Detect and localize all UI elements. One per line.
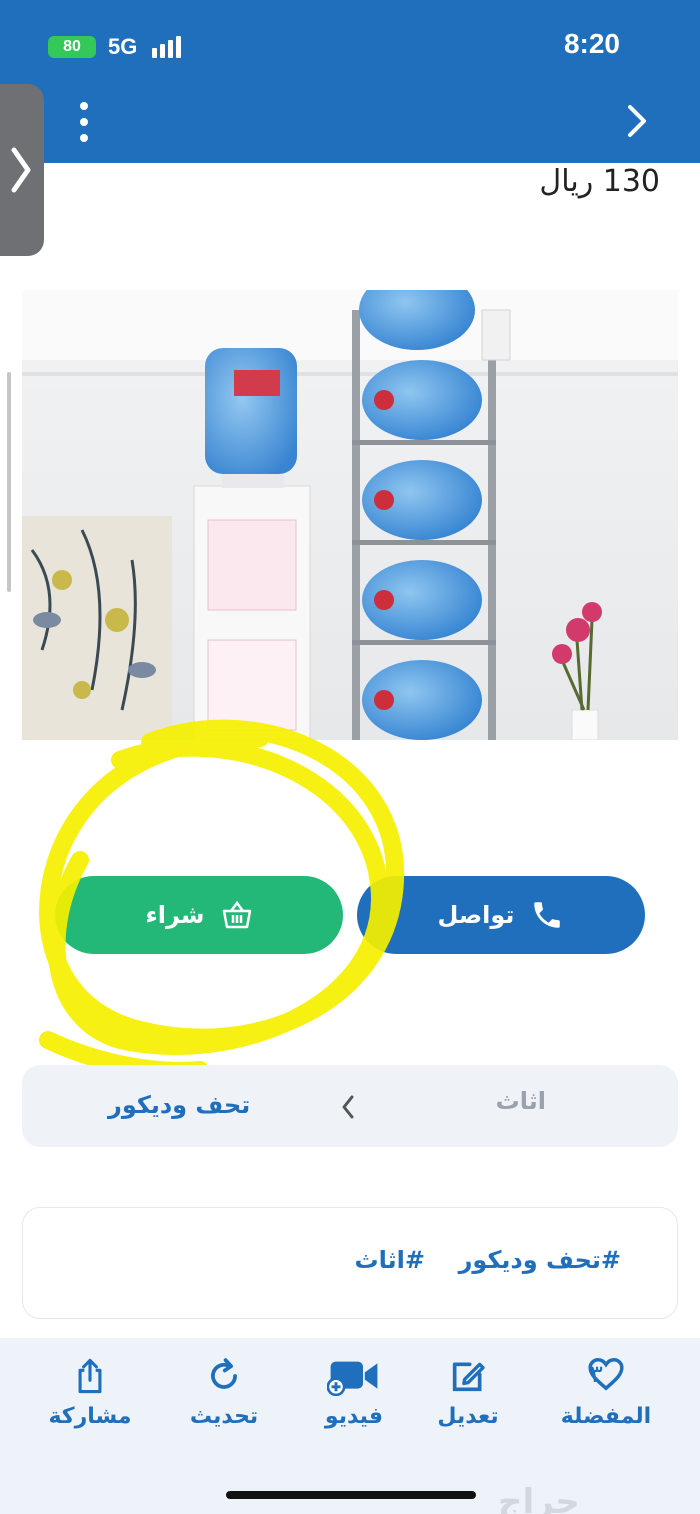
breadcrumb-item-decor[interactable]: تحف وديكور (108, 1091, 250, 1119)
app-header: 80 5G 8:20 (0, 0, 700, 163)
back-chevron-icon[interactable] (626, 103, 648, 143)
bottom-toolbar: ٣ المفضلة تعديل فيديو تحديث مشاركة حراج (0, 1338, 700, 1514)
status-time: 8:20 (563, 28, 620, 59)
favorites-label: المفضلة (560, 1404, 652, 1429)
refresh-button[interactable]: تحديث (164, 1356, 284, 1429)
share-label: مشاركة (48, 1404, 132, 1429)
edit-icon (452, 1362, 485, 1392)
favorites-count: ٣ (590, 1360, 603, 1388)
scroll-indicator[interactable] (7, 372, 11, 592)
video-add-icon (327, 1361, 378, 1396)
tags-section: #تحف وديكور #اثاث (22, 1207, 678, 1319)
breadcrumb-item-furniture[interactable]: اثاث (496, 1087, 546, 1115)
category-breadcrumb: اثاث تحف وديكور (22, 1065, 678, 1147)
chevron-left-icon (340, 1093, 356, 1125)
side-panel-handle[interactable] (0, 84, 44, 256)
edit-button[interactable]: تعديل (408, 1356, 528, 1429)
chevron-right-icon (11, 147, 31, 193)
basket-icon (222, 900, 251, 929)
tag-item[interactable]: #اثاث (355, 1246, 425, 1274)
refresh-label: تحديث (189, 1404, 259, 1429)
battery-indicator: 80 (48, 36, 96, 58)
contact-button[interactable]: تواصل (357, 876, 645, 954)
share-icon (78, 1358, 102, 1394)
battery-level: 80 (63, 38, 81, 55)
listing-photo[interactable] (22, 290, 678, 740)
buy-button[interactable]: شراء (55, 876, 343, 954)
video-button[interactable]: فيديو (294, 1356, 414, 1429)
network-type: 5G (108, 34, 138, 59)
haraj-watermark: حراج (498, 1482, 580, 1514)
share-button[interactable]: مشاركة (30, 1356, 150, 1429)
buy-button-label: شراء (145, 901, 205, 929)
listing-price: 130 ريال (539, 164, 660, 199)
phone-icon (534, 902, 561, 928)
more-options-icon[interactable] (72, 102, 96, 142)
contact-button-label: تواصل (437, 901, 515, 929)
favorites-button[interactable]: ٣ المفضلة (546, 1356, 666, 1429)
refresh-icon (211, 1358, 237, 1389)
home-indicator[interactable] (226, 1491, 476, 1499)
tag-item[interactable]: #تحف وديكور (459, 1246, 621, 1274)
edit-label: تعديل (437, 1404, 499, 1429)
signal-icon (152, 36, 181, 58)
video-label: فيديو (324, 1404, 384, 1429)
